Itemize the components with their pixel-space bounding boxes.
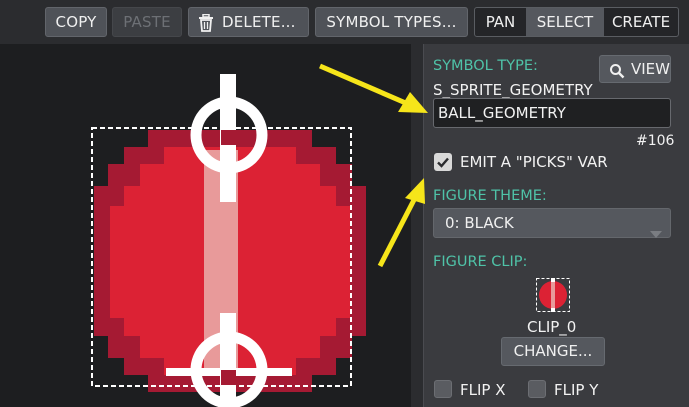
figure-theme-value: 0: BLACK (445, 214, 514, 232)
emit-picks-label: EMIT A "PICKS" VAR (460, 153, 608, 171)
mode-create-button[interactable]: CREATE (604, 8, 678, 36)
checkmark-icon (437, 157, 449, 168)
figure-theme-select[interactable]: 0: BLACK (433, 208, 671, 238)
sprite-view (91, 74, 366, 407)
properties-panel: SYMBOL TYPE: VIEW S_SPRITE_GEOMETRY BALL… (423, 44, 689, 407)
symbol-types-button[interactable]: SYMBOL TYPES... (315, 7, 468, 37)
view-button[interactable]: VIEW (599, 55, 671, 83)
symbol-type-value: S_SPRITE_GEOMETRY (433, 81, 593, 99)
editor-canvas[interactable] (0, 44, 411, 407)
symbol-id: #106 (636, 133, 675, 149)
flip-y-label: FLIP Y (554, 381, 599, 399)
copy-button[interactable]: COPY (45, 7, 107, 37)
clip-name: CLIP_0 (527, 318, 577, 336)
figure-clip-label: FIGURE CLIP: (433, 254, 528, 270)
view-label: VIEW (631, 60, 670, 78)
flip-x-checkbox[interactable] (434, 380, 452, 398)
trash-icon (198, 13, 214, 41)
emit-picks-checkbox[interactable] (434, 153, 452, 171)
symbol-type-label: SYMBOL TYPE: (433, 58, 538, 74)
figure-theme-label: FIGURE THEME: (433, 188, 547, 204)
mode-select-button[interactable]: SELECT (526, 8, 604, 36)
toolbar: COPY PASTE DELETE... SYMBOL TYPES... PAN… (0, 0, 689, 44)
flip-y-checkbox[interactable] (528, 380, 546, 398)
paste-button[interactable]: PASTE (112, 7, 182, 37)
delete-label: DELETE... (222, 13, 296, 31)
flip-x-label: FLIP X (460, 381, 506, 399)
delete-button[interactable]: DELETE... (188, 7, 309, 37)
magnifier-icon (609, 61, 625, 87)
mode-pan-button[interactable]: PAN (475, 8, 526, 36)
change-clip-button[interactable]: CHANGE... (501, 337, 605, 366)
dropdown-arrow-icon (650, 220, 662, 248)
mode-selector: PAN SELECT CREATE (474, 7, 679, 37)
clip-thumbnail[interactable] (536, 278, 570, 312)
symbol-name-input[interactable]: BALL_GEOMETRY (433, 98, 671, 128)
